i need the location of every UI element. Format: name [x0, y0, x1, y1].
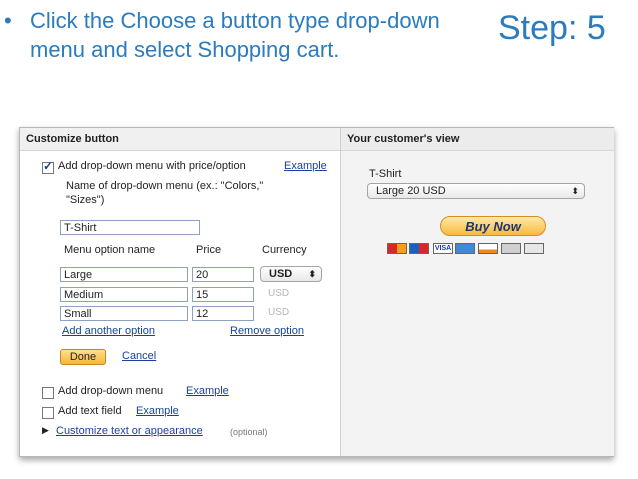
currency-text: USD [268, 288, 290, 299]
add-dropdown-checkbox[interactable] [42, 387, 54, 399]
cancel-link[interactable]: Cancel [122, 350, 156, 362]
preview-item-label: T-Shirt [369, 168, 402, 180]
select-arrows-icon: ⬍ [308, 269, 316, 279]
menu-name-input[interactable]: T-Shirt [60, 220, 200, 235]
preview-select-value: Large 20 USD [376, 185, 446, 197]
add-dropdown-example-link[interactable]: Example [186, 385, 229, 397]
option-name-input[interactable]: Large [60, 267, 188, 282]
remove-option-link[interactable]: Remove option [230, 325, 304, 337]
buy-now-button[interactable]: Buy Now [440, 216, 546, 236]
mastercard-icon [387, 243, 407, 254]
currency-select-value: USD [269, 268, 293, 280]
add-text-label: Add text field [58, 405, 122, 417]
expand-triangle-icon[interactable]: ▶ [42, 425, 49, 436]
option-price-input[interactable]: 20 [192, 267, 254, 282]
paypal-screenshot: Customize button Add drop-down menu with… [19, 127, 614, 457]
select-arrows-icon: ⬍ [571, 186, 579, 196]
dropdown-price-checkbox[interactable] [42, 159, 54, 174]
visa-icon: VISA [433, 243, 453, 254]
bank-icon [524, 243, 544, 254]
customize-panel: Customize button Add drop-down menu with… [20, 128, 340, 456]
col-price-label: Price [196, 244, 222, 256]
example-link[interactable]: Example [284, 160, 327, 172]
add-option-link[interactable]: Add another option [62, 325, 155, 337]
option-name-input[interactable]: Medium [60, 287, 188, 302]
menu-name-label: Name of drop-down menu (ex.: "Colors," [66, 180, 264, 192]
col-currency-label: Currency [262, 244, 307, 256]
col-option-label: Menu option name [64, 244, 156, 256]
preview-panel: Your customer's view T-Shirt Large 20 US… [340, 128, 614, 456]
menu-name-label-2: "Sizes") [66, 194, 105, 206]
currency-text: USD [268, 307, 290, 318]
option-price-input[interactable]: 15 [192, 287, 254, 302]
maestro-icon [409, 243, 429, 254]
optional-note: (optional) [230, 427, 268, 437]
echeck-icon [501, 243, 521, 254]
preview-header: Your customer's view [341, 128, 614, 151]
discover-icon [478, 243, 498, 254]
option-price-input[interactable]: 12 [192, 306, 254, 321]
dropdown-price-label: Add drop-down menu with price/option [58, 160, 246, 172]
step-label: Step: 5 [498, 9, 606, 47]
bullet-text: • Click the Choose a button type drop-do… [4, 6, 474, 64]
amex-icon [455, 243, 475, 254]
currency-select[interactable]: USD ⬍ [260, 266, 322, 282]
add-dropdown-label: Add drop-down menu [58, 385, 164, 397]
customize-header: Customize button [20, 128, 340, 151]
bullet-symbol: • [4, 8, 12, 33]
bullet-instruction: Click the Choose a button type drop-down… [30, 8, 440, 62]
option-name-input[interactable]: Small [60, 306, 188, 321]
add-text-example-link[interactable]: Example [136, 405, 179, 417]
done-button[interactable]: Done [60, 349, 106, 365]
customize-text-link[interactable]: Customize text or appearance [56, 425, 203, 437]
preview-option-select[interactable]: Large 20 USD ⬍ [367, 183, 585, 199]
add-text-checkbox[interactable] [42, 407, 54, 419]
